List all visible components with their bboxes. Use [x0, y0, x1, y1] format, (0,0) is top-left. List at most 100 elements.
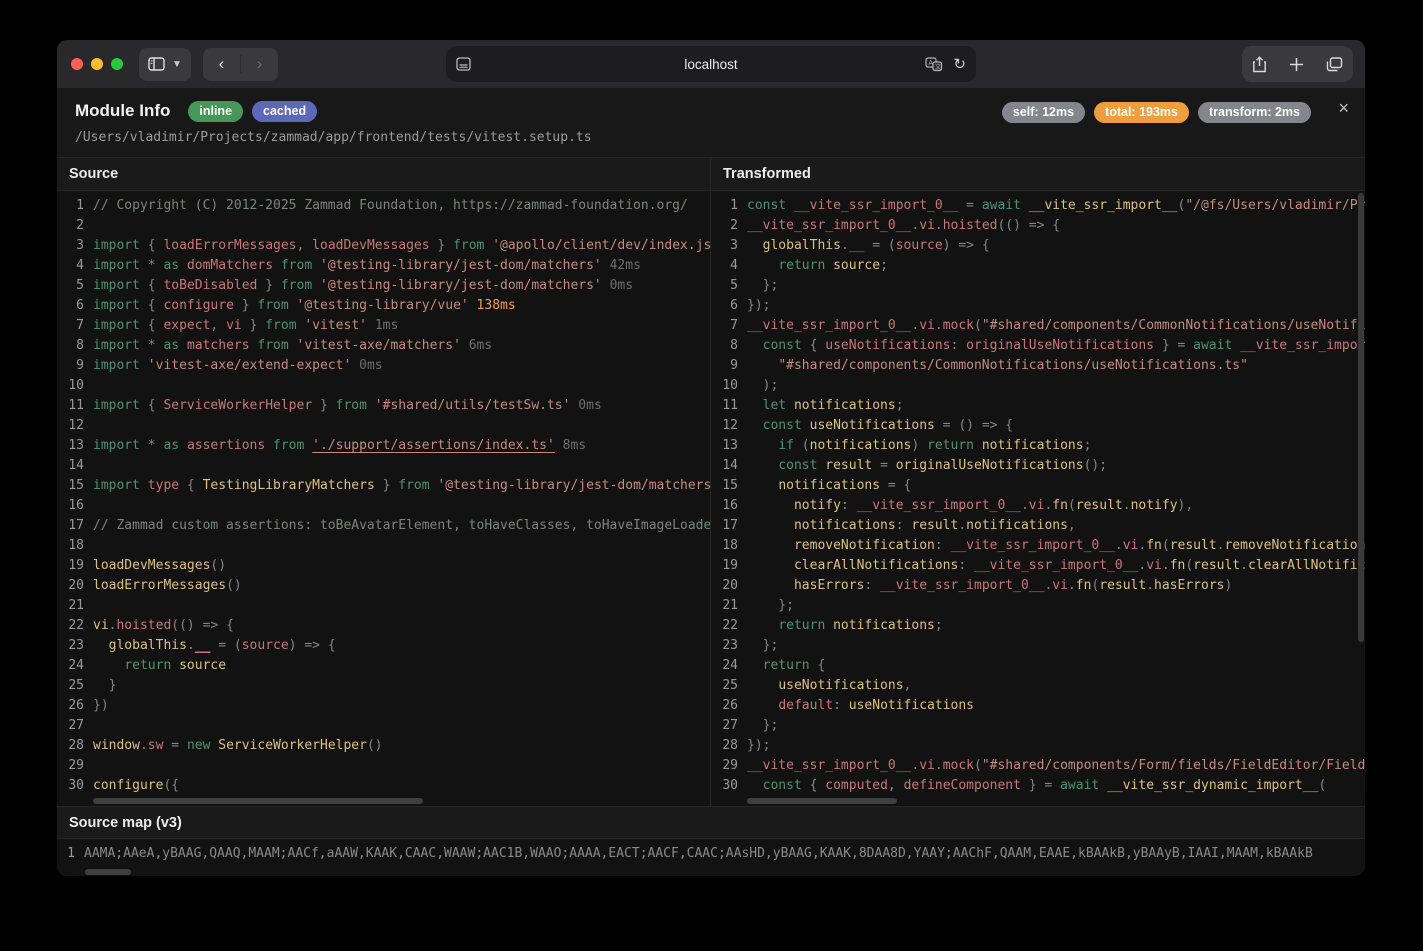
- code-line: 14: [57, 456, 710, 476]
- line-number: 5: [711, 276, 738, 296]
- code-token: "/@fs/Users/vladimir/Projects/zammad/nod…: [1185, 198, 1365, 213]
- code-token: configure: [163, 298, 233, 313]
- code-token: }: [93, 678, 116, 693]
- code-token: (: [1185, 558, 1193, 573]
- code-token: await: [982, 198, 1029, 213]
- code-token: [747, 238, 763, 253]
- code-token: ,: [1068, 518, 1076, 533]
- code-token: clearAllNotifications: [1248, 558, 1365, 573]
- code-token: '@testing-library/jest-dom/matchers': [320, 278, 610, 293]
- code-token: .: [1123, 498, 1131, 513]
- code-line: 26}): [57, 696, 710, 716]
- code-token: {: [140, 398, 163, 413]
- code-token: }: [234, 298, 257, 313]
- code-line: 30configure({: [57, 776, 710, 796]
- code-token: useNotifications: [825, 338, 950, 353]
- status-badge: inline: [188, 101, 243, 122]
- code-token: await: [1193, 338, 1240, 353]
- transformed-panel-title: Transformed: [711, 158, 1365, 191]
- code-token: result: [1193, 558, 1240, 573]
- code-token: loadErrorMessages: [93, 578, 226, 593]
- code-line: 23 };: [711, 636, 1365, 656]
- code-token: originalUseNotifications: [896, 458, 1084, 473]
- code-line: 20loadErrorMessages(): [57, 576, 710, 596]
- import-link[interactable]: './support/assertions/index.ts': [312, 438, 555, 453]
- code-token: __vite_ssr_import_0__: [857, 498, 1021, 513]
- line-number: 21: [711, 596, 738, 616]
- translate-icon[interactable]: A文: [925, 57, 943, 72]
- code-token: [747, 338, 763, 353]
- address-bar[interactable]: localhost A文 ↻: [446, 46, 976, 82]
- code-line: 2__vite_ssr_import_0__.vi.hoisted(() => …: [711, 216, 1365, 236]
- code-token: ): [911, 438, 927, 453]
- code-token: }: [257, 278, 280, 293]
- code-line: 24 return {: [711, 656, 1365, 676]
- line-number: 14: [711, 456, 738, 476]
- code-token: {: [810, 778, 826, 793]
- sidebar-toggle-button[interactable]: ▼: [139, 48, 191, 81]
- minimize-window-button[interactable]: [91, 58, 103, 70]
- code-token: [747, 678, 778, 693]
- code-token: "#shared/components/CommonNotifications/…: [778, 358, 1248, 373]
- toolbar-actions: [1242, 46, 1353, 82]
- code-token: fn: [1052, 498, 1068, 513]
- close-icon[interactable]: ×: [1338, 99, 1349, 117]
- code-token: if: [778, 438, 801, 453]
- horizontal-scrollbar[interactable]: [747, 798, 897, 804]
- back-button[interactable]: ‹: [203, 48, 240, 81]
- close-window-button[interactable]: [71, 58, 83, 70]
- code-token: ,: [210, 318, 226, 333]
- new-tab-icon[interactable]: [1289, 57, 1304, 72]
- horizontal-scrollbar[interactable]: [93, 798, 423, 804]
- code-token: } =: [1021, 778, 1060, 793]
- line-number: 23: [57, 636, 84, 656]
- code-token: 1ms: [375, 318, 398, 333]
- line-number: 23: [711, 636, 738, 656]
- transformed-code-area: 1const __vite_ssr_import_0__ = await __v…: [711, 191, 1365, 806]
- transformed-panel: Transformed 1const __vite_ssr_import_0__…: [711, 158, 1365, 806]
- horizontal-scrollbar[interactable]: [85, 869, 131, 875]
- code-line: 29__vite_ssr_import_0__.vi.mock("#shared…: [711, 756, 1365, 776]
- code-token: .: [140, 738, 148, 753]
- code-token: __: [195, 638, 211, 653]
- code-token: useNotifications: [778, 678, 903, 693]
- share-icon[interactable]: [1252, 56, 1267, 73]
- zoom-window-button[interactable]: [111, 58, 123, 70]
- reload-icon[interactable]: ↻: [953, 55, 966, 73]
- code-token: (: [802, 438, 810, 453]
- code-token: :: [833, 698, 849, 713]
- line-number: 26: [57, 696, 84, 716]
- line-number: 6: [57, 296, 84, 316]
- forward-button[interactable]: ›: [241, 48, 278, 81]
- line-number: 7: [57, 316, 84, 336]
- code-line: 23 globalThis.__ = (source) => {: [57, 636, 710, 656]
- code-token: __vite_ssr_import_0__: [747, 758, 911, 773]
- line-number: 29: [711, 756, 738, 776]
- code-line: 20 hasErrors: __vite_ssr_import_0__.vi.f…: [711, 576, 1365, 596]
- line-number: 24: [57, 656, 84, 676]
- code-token: removeNotification: [1224, 538, 1365, 553]
- code-token: import: [93, 258, 148, 273]
- code-token: (: [1162, 538, 1170, 553]
- code-token: __vite_ssr_import_0__: [974, 558, 1138, 573]
- code-token: ;: [935, 618, 943, 633]
- code-token: ();: [1084, 458, 1107, 473]
- line-number: 13: [711, 436, 738, 456]
- code-token: .: [1115, 538, 1123, 553]
- code-token: ServiceWorkerHelper: [163, 398, 312, 413]
- code-token: vi: [93, 618, 109, 633]
- code-token: ;: [880, 258, 888, 273]
- code-token: source: [242, 638, 289, 653]
- code-token: TestingLibraryMatchers: [203, 478, 375, 493]
- code-line: 12 const useNotifications = () => {: [711, 416, 1365, 436]
- line-number: 25: [57, 676, 84, 696]
- code-token: };: [747, 598, 794, 613]
- sourcemap-code-area: 1 AAMA;AAeA,yBAAG,QAAQ,MAAM;AACf,aAAW,KA…: [57, 839, 1365, 876]
- vertical-scrollbar[interactable]: [1358, 193, 1364, 642]
- code-token: mock: [943, 758, 974, 773]
- tab-overview-icon[interactable]: [1326, 57, 1343, 72]
- code-token: vi: [1123, 538, 1139, 553]
- code-token: loadDevMessages: [93, 558, 210, 573]
- code-token: import: [93, 398, 140, 413]
- code-token: [747, 698, 778, 713]
